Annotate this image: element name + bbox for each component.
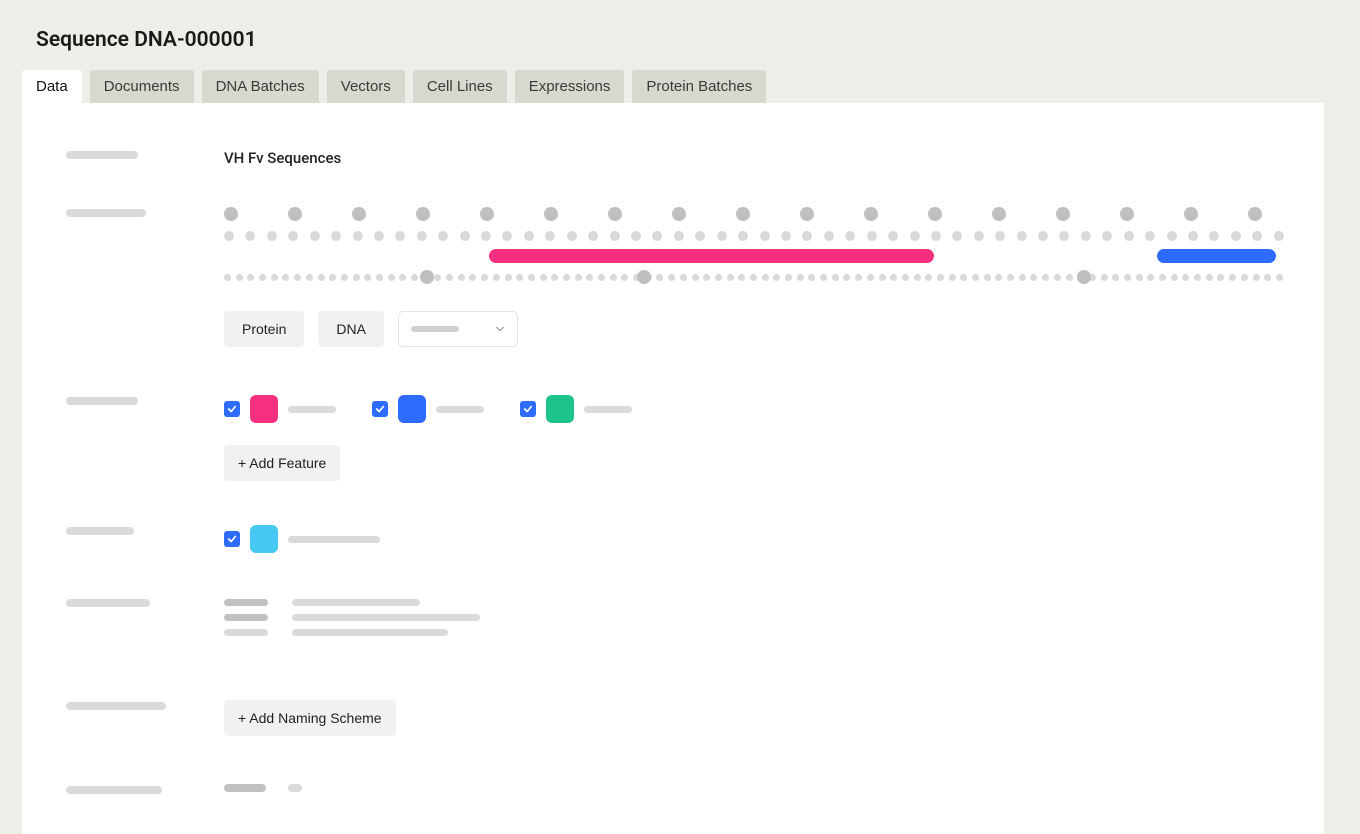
marker-icon [637,270,651,284]
feature-name-placeholder [288,406,336,413]
feature-item [372,395,484,423]
tab-documents[interactable]: Documents [90,70,194,103]
tab-expressions[interactable]: Expressions [515,70,625,103]
option-item [224,525,1284,553]
feature-region-blue[interactable] [1157,249,1276,263]
small-value-placeholder [288,784,302,792]
feature-list [224,395,1284,423]
info-value-placeholder [292,629,448,636]
feature-checkbox[interactable] [520,401,536,417]
info-line [224,629,1284,636]
chevron-down-icon [495,324,505,334]
sequence-residue-row [224,231,1284,241]
option-name-placeholder [288,536,380,543]
info-key-placeholder [224,614,268,621]
field-label-placeholder [66,397,138,405]
feature-name-placeholder [584,406,632,413]
tab-data[interactable]: Data [22,70,82,103]
info-lines [224,599,1284,636]
protein-toggle-button[interactable]: Protein [224,311,304,347]
color-swatch-pink[interactable] [250,395,278,423]
color-swatch-cyan[interactable] [250,525,278,553]
field-label-placeholder [66,151,138,159]
tab-cell-lines[interactable]: Cell Lines [413,70,507,103]
tabs: Data Documents DNA Batches Vectors Cell … [22,70,1324,103]
field-label-placeholder [66,209,146,217]
feature-track [224,249,1284,263]
marker-icon [1077,270,1091,284]
field-label-placeholder [66,599,150,607]
feature-checkbox[interactable] [224,401,240,417]
color-swatch-blue[interactable] [398,395,426,423]
feature-item [224,395,336,423]
info-value-placeholder [292,599,420,606]
data-panel: VH Fv Sequences [22,103,1324,834]
info-line [224,614,1284,621]
add-feature-button[interactable]: + Add Feature [224,445,340,481]
feature-checkbox[interactable] [372,401,388,417]
small-key-placeholder [224,784,266,792]
option-checkbox[interactable] [224,531,240,547]
color-swatch-green[interactable] [546,395,574,423]
field-label-placeholder [66,786,162,794]
select-value-placeholder [411,326,459,332]
tab-vectors[interactable]: Vectors [327,70,405,103]
sequence-viewer[interactable] [224,207,1284,283]
tab-dna-batches[interactable]: DNA Batches [202,70,319,103]
field-label-placeholder [66,527,134,535]
sequence-residue-row-2 [224,273,1284,283]
info-key-placeholder [224,599,268,606]
marker-icon [420,270,434,284]
info-line [224,599,1284,606]
feature-name-placeholder [436,406,484,413]
info-value-placeholder [292,614,480,621]
feature-region-pink[interactable] [489,249,934,263]
info-key-placeholder [224,629,268,636]
sequence-select[interactable] [398,311,518,347]
page-title: Sequence DNA-000001 [36,28,1324,52]
add-naming-scheme-button[interactable]: + Add Naming Scheme [224,700,396,736]
sequence-marker-row [224,207,1284,221]
section-heading: VH Fv Sequences [224,149,1284,167]
field-label-placeholder [66,702,166,710]
feature-item [520,395,632,423]
dna-toggle-button[interactable]: DNA [318,311,384,347]
tab-protein-batches[interactable]: Protein Batches [632,70,766,103]
